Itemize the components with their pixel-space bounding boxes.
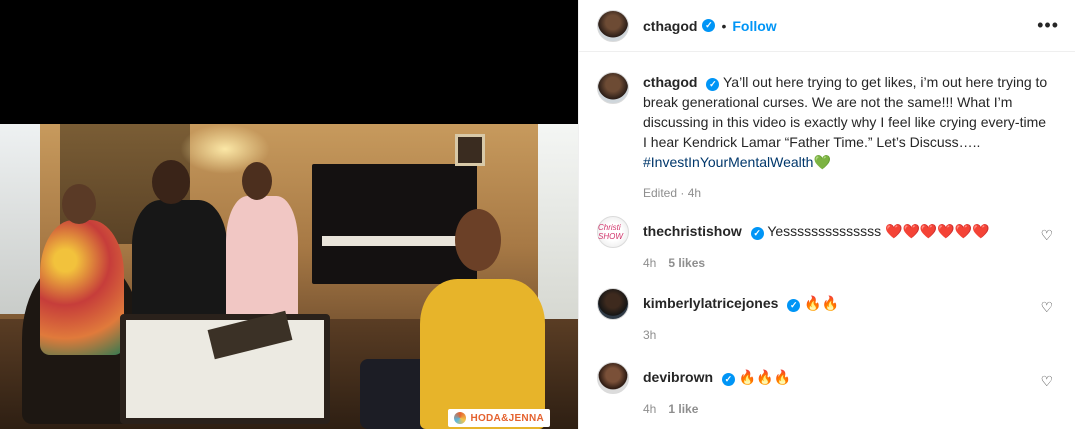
more-options-icon[interactable]: ••• <box>1037 16 1059 34</box>
post-details-panel: cthagod ✓ • Follow ••• cthagod ✓ Ya’ll o… <box>578 0 1075 429</box>
commenter-username[interactable]: thechristishow <box>643 223 742 239</box>
post-view: HODA&JENNA cthagod ✓ • Follow ••• cthago… <box>0 0 1075 429</box>
comment-item: Christi SHOW thechristishow ✓ Yessssssss… <box>597 216 1057 270</box>
comment-likes[interactable]: 1 like <box>668 402 698 416</box>
hashtag-link[interactable]: #InvestInYourMentalWealth <box>643 154 813 170</box>
guest-woman-floral <box>32 184 132 355</box>
comment-time: 3h <box>643 328 657 342</box>
host-man-yellow <box>360 209 550 429</box>
comment-likes[interactable]: 5 likes <box>668 256 705 270</box>
verified-icon: ✓ <box>721 373 735 386</box>
commenter-username[interactable]: devibrown <box>643 369 713 385</box>
comment-item: devibrown ✓ 🔥🔥🔥 4h 1 like ♡ <box>597 362 1057 416</box>
commenter-avatar[interactable] <box>597 362 629 394</box>
author-username[interactable]: cthagod <box>643 18 697 34</box>
hearts-emoji: ❤️❤️❤️❤️❤️❤️ <box>885 223 990 239</box>
like-comment-icon[interactable]: ♡ <box>1040 299 1053 316</box>
caption-text: Ya’ll out here trying to get likes, i’m … <box>643 74 1048 150</box>
comment-item: kimberlylatricejones ✓ 🔥🔥 3h ♡ <box>597 288 1057 342</box>
commenter-avatar[interactable] <box>597 288 629 320</box>
avatar[interactable] <box>597 9 629 42</box>
peacock-icon <box>454 412 467 424</box>
post-caption: cthagod ✓ Ya’ll out here trying to get l… <box>579 52 1075 200</box>
separator-dot: • <box>721 17 727 34</box>
fire-emoji: 🔥🔥 <box>804 295 840 311</box>
follow-button[interactable]: Follow <box>732 18 776 34</box>
fire-emoji: 🔥🔥🔥 <box>738 369 792 385</box>
commenter-avatar[interactable]: Christi SHOW <box>597 216 629 248</box>
show-logo: HODA&JENNA <box>448 409 550 427</box>
post-video[interactable]: HODA&JENNA <box>0 124 578 429</box>
like-comment-icon[interactable]: ♡ <box>1040 373 1053 390</box>
verified-icon: ✓ <box>706 78 720 91</box>
commenter-username[interactable]: kimberlylatricejones <box>643 295 778 311</box>
comment-text: Yessssssssssssss <box>767 223 882 239</box>
media-panel: HODA&JENNA <box>0 0 578 429</box>
comment-time: 4h <box>643 402 657 416</box>
green-heart-emoji: 💚 <box>813 154 831 170</box>
verified-icon: ✓ <box>787 299 801 312</box>
caption-username[interactable]: cthagod <box>643 74 697 90</box>
post-header: cthagod ✓ • Follow ••• <box>579 0 1075 52</box>
like-comment-icon[interactable]: ♡ <box>1040 227 1053 244</box>
comment-time: 4h <box>643 256 657 270</box>
verified-icon: ✓ <box>750 227 764 240</box>
verified-icon: ✓ <box>702 19 716 32</box>
caption-meta: Edited · 4h <box>643 186 702 200</box>
caption-avatar[interactable] <box>597 72 629 104</box>
